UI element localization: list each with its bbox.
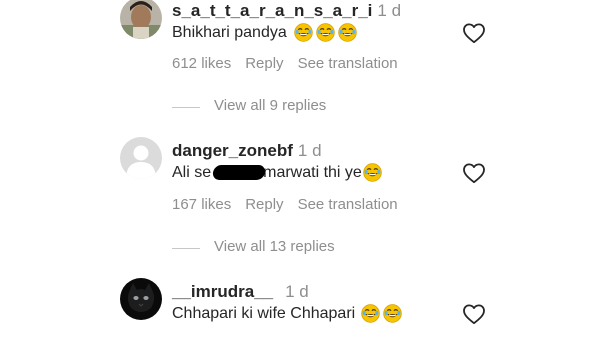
- comment-text: Bhikhari pandya: [172, 23, 357, 42]
- reply-button[interactable]: Reply: [245, 55, 283, 72]
- likes-count[interactable]: 167 likes: [172, 196, 231, 213]
- see-translation-link[interactable]: See translation: [298, 196, 398, 213]
- laughing-tears-emoji-icon: [338, 23, 357, 42]
- avatar[interactable]: [120, 278, 162, 320]
- comment-username[interactable]: s_a_t_t_a_r_a_n_s_a_r_i 1 d: [172, 1, 401, 21]
- comment-actions: 612 likes Reply See translation: [172, 55, 412, 72]
- laughing-tears-emoji-icon: [361, 304, 380, 323]
- comment-text-body: Bhikhari pandya: [172, 23, 287, 41]
- comment-username[interactable]: __imrudra__ 1 d: [172, 282, 309, 302]
- username-text[interactable]: __imrudra__: [172, 282, 273, 301]
- redaction-mark: [212, 165, 267, 180]
- view-replies[interactable]: View all 9 replies: [172, 97, 432, 117]
- laughing-tears-emoji-icon: [294, 23, 313, 42]
- comment-time: 1 d: [377, 1, 402, 20]
- like-heart-icon[interactable]: [462, 22, 486, 44]
- comment-username[interactable]: danger_zonebf 1 d: [172, 141, 322, 161]
- comment-time: 1 d: [297, 141, 322, 160]
- comment-text: Chhapari ki wife Chhapari: [172, 304, 402, 323]
- comment-text-after: marwati thi ye: [263, 163, 362, 181]
- laughing-tears-emoji-icon: [363, 163, 382, 182]
- see-translation-link[interactable]: See translation: [298, 55, 398, 72]
- replies-divider: [172, 248, 200, 249]
- username-text[interactable]: s_a_t_t_a_r_a_n_s_a_r_i: [172, 1, 372, 20]
- replies-divider: [172, 107, 200, 108]
- like-heart-icon[interactable]: [462, 162, 486, 184]
- avatar[interactable]: [120, 0, 162, 39]
- comment-time: 1 d: [285, 282, 309, 301]
- avatar[interactable]: [120, 137, 162, 179]
- comment-actions: 167 likes Reply See translation: [172, 196, 412, 213]
- comment-text-before: Ali se: [172, 163, 212, 181]
- laughing-tears-emoji-icon: [383, 304, 402, 323]
- view-replies-label[interactable]: View all 13 replies: [214, 238, 335, 255]
- view-replies[interactable]: View all 13 replies: [172, 238, 432, 258]
- comment-text: Ali se marwati thi ye: [172, 163, 382, 182]
- view-replies-label[interactable]: View all 9 replies: [214, 97, 326, 114]
- username-text[interactable]: danger_zonebf: [172, 141, 293, 160]
- laughing-tears-emoji-icon: [316, 23, 335, 42]
- like-heart-icon[interactable]: [462, 303, 486, 325]
- reply-button[interactable]: Reply: [245, 196, 283, 213]
- likes-count[interactable]: 612 likes: [172, 55, 231, 72]
- comment-text-body: Chhapari ki wife Chhapari: [172, 304, 356, 322]
